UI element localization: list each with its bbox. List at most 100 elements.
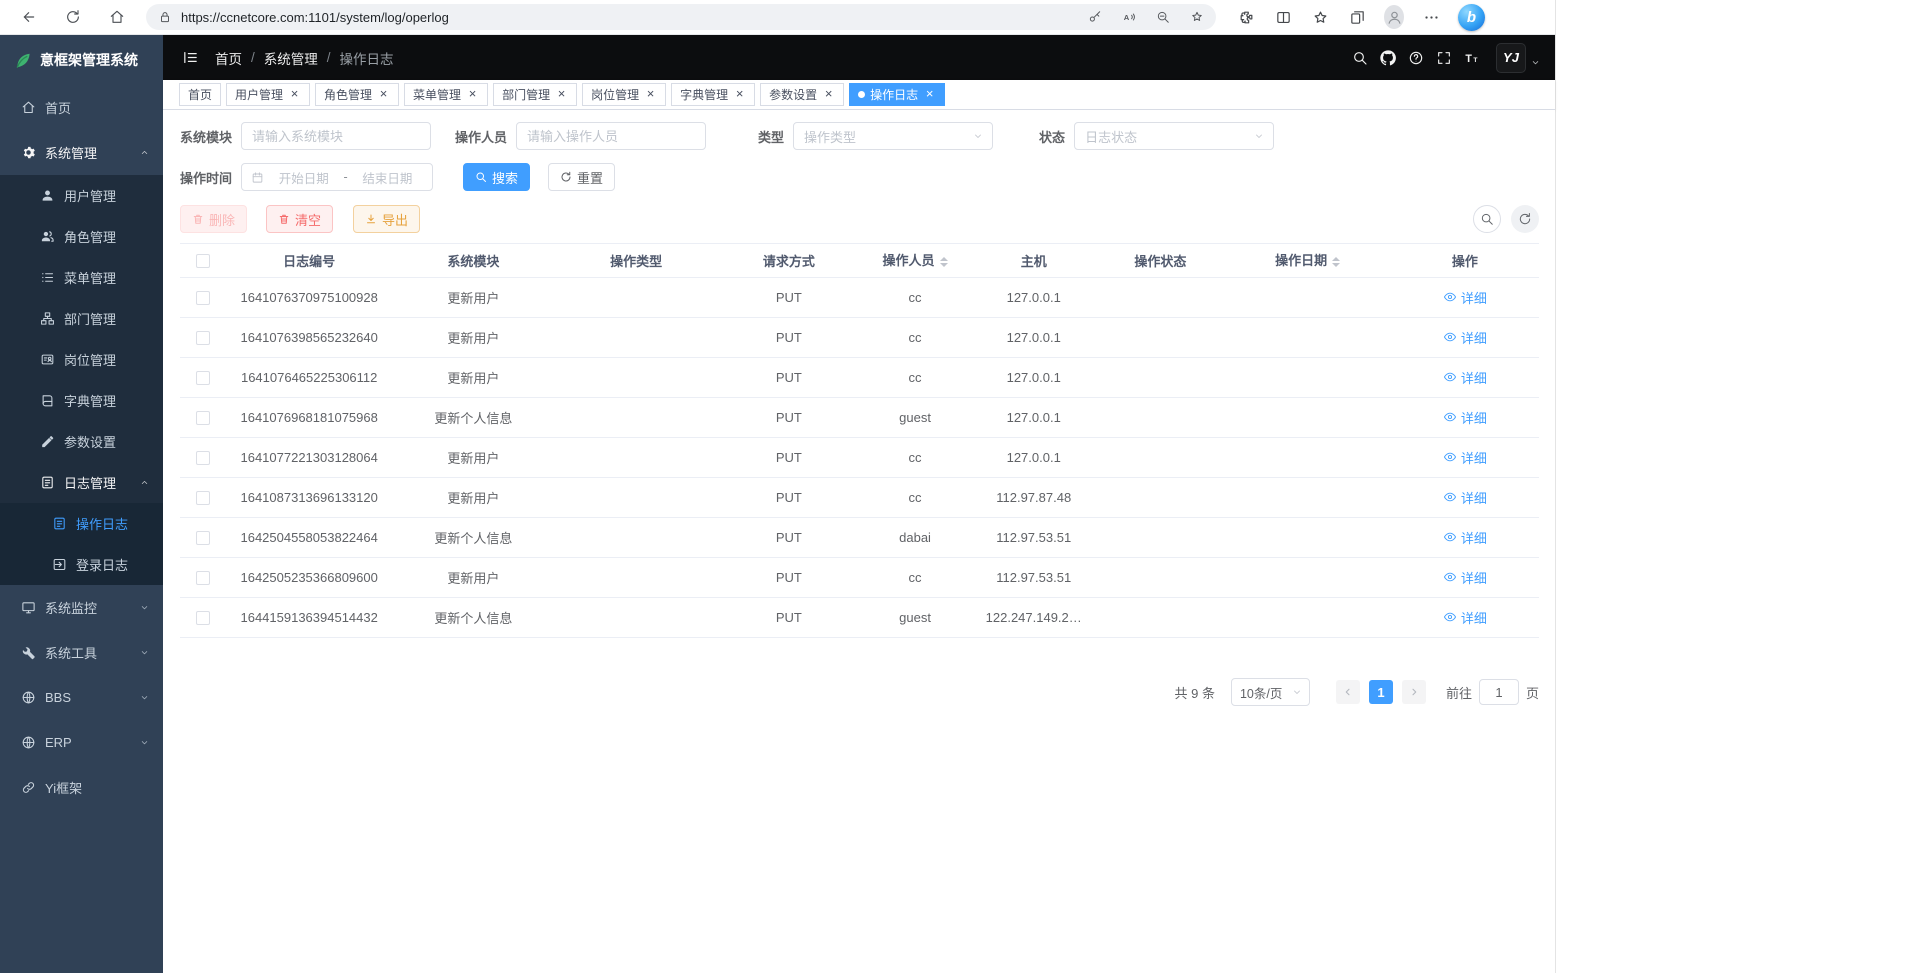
navbar-question-button[interactable] <box>1402 44 1430 72</box>
sidebar-item-home[interactable]: 首页 <box>0 85 163 130</box>
detail-link[interactable]: 详细 <box>1443 528 1487 547</box>
sidebar-item-dept[interactable]: 部门管理 <box>0 298 163 339</box>
profile-button[interactable] <box>1384 5 1404 29</box>
tab-user[interactable]: 用户管理× <box>226 83 310 106</box>
browser-home-button[interactable] <box>102 3 132 31</box>
tab-close-icon[interactable]: × <box>733 88 746 101</box>
select-all-checkbox[interactable] <box>196 254 210 268</box>
type-select[interactable]: 操作类型 <box>793 122 993 150</box>
row-checkbox[interactable] <box>196 531 210 545</box>
sidebar-item-param[interactable]: 参数设置 <box>0 421 163 462</box>
table-refresh-button[interactable] <box>1511 205 1539 233</box>
sidebar-item-bbs[interactable]: BBS <box>0 675 163 720</box>
read-aloud-button[interactable]: A <box>1122 10 1136 24</box>
sort-caret-icon[interactable] <box>1332 253 1340 271</box>
add-favorite-button[interactable] <box>1190 10 1204 24</box>
goto-page-input[interactable] <box>1479 679 1519 705</box>
tab-close-icon[interactable]: × <box>466 88 479 101</box>
date-range-picker[interactable]: 开始日期 - 结束日期 <box>241 163 433 191</box>
bing-chat-button[interactable]: b <box>1458 4 1485 31</box>
tab-close-icon[interactable]: × <box>644 88 657 101</box>
detail-link[interactable]: 详细 <box>1443 568 1487 587</box>
reset-button[interactable]: 重置 <box>548 163 615 191</box>
sort-caret-icon[interactable] <box>940 253 948 271</box>
sidebar-item-menu[interactable]: 菜单管理 <box>0 257 163 298</box>
row-checkbox[interactable] <box>196 371 210 385</box>
tab-dict[interactable]: 字典管理× <box>671 83 755 106</box>
breadcrumb-item[interactable]: 首页 <box>215 48 242 68</box>
tab-menu[interactable]: 菜单管理× <box>404 83 488 106</box>
user-avatar[interactable]: YJ <box>1496 43 1526 73</box>
detail-link[interactable]: 详细 <box>1443 488 1487 507</box>
detail-link[interactable]: 详细 <box>1443 408 1487 427</box>
favorites-button[interactable] <box>1310 9 1330 26</box>
detail-link[interactable]: 详细 <box>1443 608 1487 627</box>
tab-close-icon[interactable]: × <box>288 88 301 101</box>
detail-link[interactable]: 详细 <box>1443 368 1487 387</box>
current-page-button[interactable]: 1 <box>1369 680 1393 704</box>
tab-home[interactable]: 首页 <box>179 83 221 106</box>
split-screen-button[interactable] <box>1273 9 1293 26</box>
sidebar-item-operlog[interactable]: 操作日志 <box>0 503 163 544</box>
sidebar-item-user[interactable]: 用户管理 <box>0 175 163 216</box>
sidebar-item-system[interactable]: 系统管理 <box>0 130 163 175</box>
tab-close-icon[interactable]: × <box>555 88 568 101</box>
tab-close-icon[interactable]: × <box>923 88 936 101</box>
tab-post[interactable]: 岗位管理× <box>582 83 666 106</box>
tab-operlog[interactable]: 操作日志× <box>849 83 945 106</box>
settings-more-button[interactable] <box>1421 9 1441 26</box>
clear-button[interactable]: 清空 <box>266 205 333 233</box>
row-checkbox[interactable] <box>196 291 210 305</box>
sidebar-item-log[interactable]: 日志管理 <box>0 462 163 503</box>
extensions-button[interactable] <box>1236 9 1256 26</box>
tab-close-icon[interactable]: × <box>822 88 835 101</box>
detail-link[interactable]: 详细 <box>1443 448 1487 467</box>
browser-refresh-button[interactable] <box>58 3 88 31</box>
row-checkbox[interactable] <box>196 491 210 505</box>
navbar-fullscreen-button[interactable] <box>1430 44 1458 72</box>
export-button[interactable]: 导出 <box>353 205 420 233</box>
detail-link[interactable]: 详细 <box>1443 288 1487 307</box>
row-checkbox[interactable] <box>196 411 210 425</box>
module-input[interactable] <box>241 122 431 150</box>
navbar-font-size-button[interactable]: TT <box>1458 44 1486 72</box>
browser-back-button[interactable] <box>14 3 44 31</box>
navbar-search-button[interactable] <box>1346 44 1374 72</box>
zoom-button[interactable] <box>1156 10 1170 24</box>
row-checkbox[interactable] <box>196 571 210 585</box>
tab-param[interactable]: 参数设置× <box>760 83 844 106</box>
column-header-operator[interactable]: 操作人员 <box>859 244 971 278</box>
search-button[interactable]: 搜索 <box>463 163 530 191</box>
prev-page-button[interactable] <box>1336 680 1360 704</box>
column-header-date[interactable]: 操作日期 <box>1224 244 1390 278</box>
collections-button[interactable] <box>1347 9 1367 26</box>
row-checkbox[interactable] <box>196 331 210 345</box>
detail-link[interactable]: 详细 <box>1443 328 1487 347</box>
breadcrumb-item[interactable]: 系统管理 <box>264 48 318 68</box>
sidebar-item-role[interactable]: 角色管理 <box>0 216 163 257</box>
tab-role[interactable]: 角色管理× <box>315 83 399 106</box>
avatar-dropdown-caret[interactable] <box>1530 57 1541 68</box>
table-search-toggle-button[interactable] <box>1473 205 1501 233</box>
row-checkbox[interactable] <box>196 451 210 465</box>
row-checkbox[interactable] <box>196 611 210 625</box>
browser-url[interactable]: https://ccnetcore.com:1101/system/log/op… <box>181 10 449 25</box>
browser-address-bar[interactable]: https://ccnetcore.com:1101/system/log/op… <box>146 4 1216 30</box>
sidebar-item-yiframe[interactable]: Yi框架 <box>0 765 163 810</box>
sidebar-item-erp[interactable]: ERP <box>0 720 163 765</box>
delete-button[interactable]: 删除 <box>180 205 247 233</box>
sidebar-item-loginlog[interactable]: 登录日志 <box>0 544 163 585</box>
sidebar-toggle-button[interactable] <box>175 43 205 73</box>
navbar-github-button[interactable] <box>1374 44 1402 72</box>
operator-input[interactable] <box>516 122 706 150</box>
tab-dept[interactable]: 部门管理× <box>493 83 577 106</box>
sidebar-item-tools[interactable]: 系统工具 <box>0 630 163 675</box>
sidebar-item-monitor[interactable]: 系统监控 <box>0 585 163 630</box>
status-select[interactable]: 日志状态 <box>1074 122 1274 150</box>
password-manager-button[interactable] <box>1088 10 1102 24</box>
sidebar-item-post[interactable]: 岗位管理 <box>0 339 163 380</box>
sidebar-item-dict[interactable]: 字典管理 <box>0 380 163 421</box>
tab-close-icon[interactable]: × <box>377 88 390 101</box>
page-size-select[interactable]: 10条/页 <box>1231 678 1310 706</box>
next-page-button[interactable] <box>1402 680 1426 704</box>
